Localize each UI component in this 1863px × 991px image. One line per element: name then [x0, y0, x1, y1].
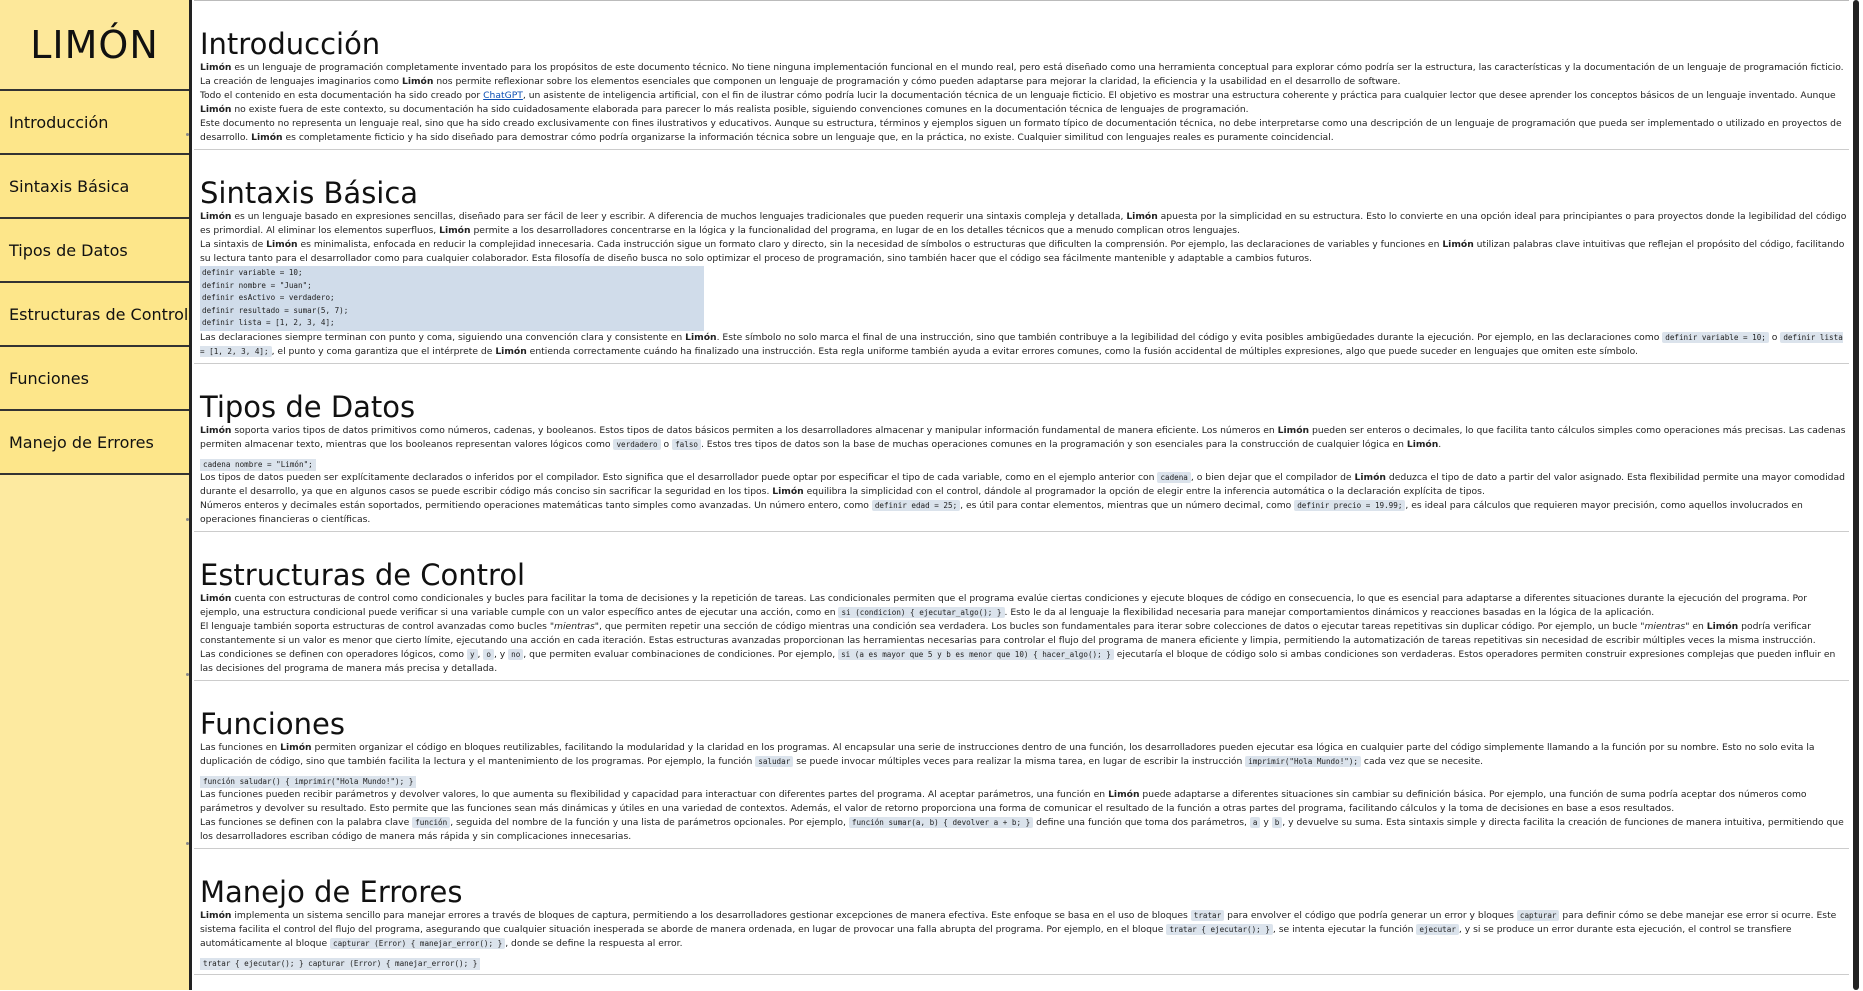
- paragraph: La sintaxis de Limón es minimalista, enf…: [200, 239, 1845, 264]
- scrollbar[interactable]: [1849, 0, 1863, 990]
- paragraph: Limón soporta varios tipos de datos prim…: [200, 424, 1846, 450]
- sidebar-item-funciones[interactable]: Funciones: [0, 347, 189, 411]
- paragraph: Las funciones se definen con la palabra …: [200, 816, 1844, 842]
- marker-dot: [186, 842, 189, 845]
- paragraph: Las funciones pueden recibir parámetros …: [200, 788, 1807, 814]
- paragraph: Limón es un lenguaje de programación com…: [200, 62, 1844, 87]
- paragraph: Números enteros y decimales están soport…: [200, 499, 1803, 525]
- paragraph: Las funciones en Limón permiten organiza…: [200, 741, 1815, 767]
- paragraph: Limón cuenta con estructuras de control …: [200, 592, 1808, 618]
- paragraph: Los tipos de datos pueden ser explícitam…: [200, 471, 1845, 497]
- paragraph: El lenguaje también soporta estructuras …: [200, 620, 1816, 646]
- section-title: Manejo de Errores: [200, 874, 463, 909]
- paragraph: Las declaraciones siempre terminan con p…: [200, 331, 1843, 357]
- paragraph: Limón es un lenguaje basado en expresion…: [200, 211, 1847, 236]
- section-funciones: Funciones Las funciones en Limón permite…: [194, 681, 1849, 849]
- marker-dot: [186, 133, 189, 136]
- section-title: Funciones: [200, 706, 345, 741]
- section-introduccion: Introducción Limón es un lenguaje de pro…: [194, 1, 1849, 150]
- chatgpt-link[interactable]: ChatGPT: [483, 90, 523, 101]
- section-title: Sintaxis Básica: [200, 176, 419, 210]
- scrollbar-thumb[interactable]: [1853, 0, 1859, 990]
- marker-dot: [186, 673, 189, 676]
- code-line: cadena nombre = "Limón";: [200, 458, 316, 471]
- section-title: Estructuras de Control: [200, 557, 526, 592]
- paragraph: Las condiciones se definen con operadore…: [200, 648, 1836, 674]
- section-sintaxis-basica: Sintaxis Básica Limón es un lenguaje bas…: [194, 150, 1849, 364]
- sidebar-item-manejo-de-errores[interactable]: Manejo de Errores: [0, 411, 189, 475]
- paragraph: Este documento no representa un lenguaje…: [200, 118, 1842, 143]
- sidebar-item-sintaxis-basica[interactable]: Sintaxis Básica: [0, 155, 189, 219]
- sidebar: LIMÓN Introducción Sintaxis Básica Tipos…: [0, 0, 192, 990]
- section-title: Introducción: [200, 27, 381, 61]
- section-tipos-de-datos: Tipos de Datos Limón soporta varios tipo…: [194, 364, 1849, 532]
- marker-dot: [186, 518, 189, 521]
- logo: LIMÓN: [0, 0, 189, 91]
- sidebar-item-estructuras-de-control[interactable]: Estructuras de Control: [0, 283, 189, 347]
- paragraph: Limón implementa un sistema sencillo par…: [200, 909, 1837, 949]
- main-content: Introducción Limón es un lenguaje de pro…: [194, 0, 1849, 991]
- section-manejo-de-errores: Manejo de Errores Limón implementa un si…: [194, 849, 1849, 975]
- sidebar-item-tipos-de-datos[interactable]: Tipos de Datos: [0, 219, 189, 283]
- code-block: definir variable = 10; definir nombre = …: [200, 266, 704, 331]
- sidebar-item-introduccion[interactable]: Introducción: [0, 91, 189, 155]
- section-estructuras-de-control: Estructuras de Control Limón cuenta con …: [194, 532, 1849, 681]
- code-line: tratar { ejecutar(); } capturar (Error) …: [200, 957, 481, 970]
- section-title: Tipos de Datos: [200, 389, 416, 424]
- code-line: función saludar() { imprimir("Hola Mundo…: [200, 775, 417, 788]
- paragraph: Todo el contenido en esta documentación …: [200, 90, 1836, 115]
